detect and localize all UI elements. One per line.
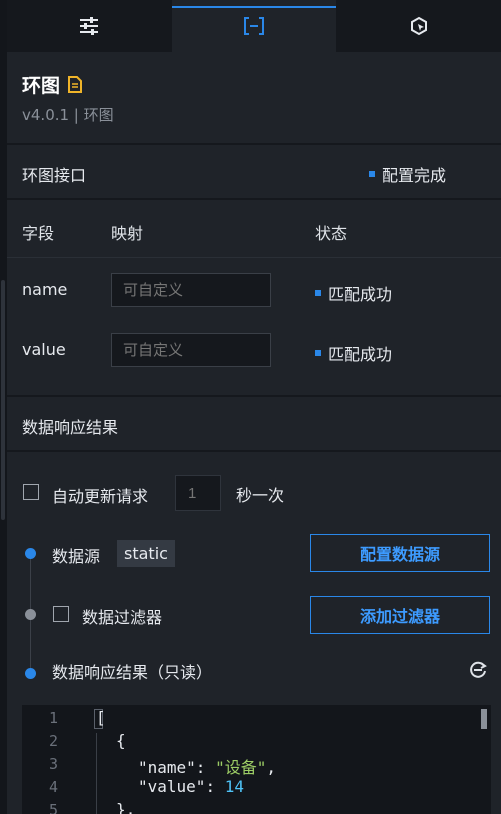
tab-style[interactable] xyxy=(7,0,172,52)
divider xyxy=(7,143,501,145)
divider xyxy=(7,395,501,397)
outer-scrollbar[interactable] xyxy=(1,280,5,520)
json-colon: : xyxy=(195,758,216,777)
json-number: 14 xyxy=(224,777,244,796)
mapping-name-input[interactable] xyxy=(111,273,271,307)
auto-update-checkbox[interactable] xyxy=(23,484,39,500)
code-line-4: "value": 14 xyxy=(138,777,244,796)
response-title: 数据响应结果 xyxy=(22,418,119,437)
mapping-name-status-text: 匹配成功 xyxy=(328,285,393,304)
timeline-dot-inactive xyxy=(25,609,36,620)
line-gutter: 1 2 3 4 5 xyxy=(22,705,82,814)
refresh-icon[interactable] xyxy=(468,660,488,684)
column-status: 状态 xyxy=(315,224,348,243)
divider xyxy=(7,257,501,258)
field-name-label: name xyxy=(22,280,68,299)
config-datasource-button[interactable]: 配置数据源 xyxy=(310,534,490,572)
mapping-name-status: 匹配成功 xyxy=(315,281,392,305)
document-icon[interactable] xyxy=(68,75,83,93)
line-number: 2 xyxy=(48,732,58,750)
filter-checkbox[interactable] xyxy=(53,606,69,622)
status-dot-icon xyxy=(315,290,321,296)
json-string: "设备" xyxy=(215,758,267,777)
timeline-dot-active xyxy=(25,668,36,679)
mapping-value-status: 匹配成功 xyxy=(315,341,392,365)
component-version: v4.0.1 | 环图 xyxy=(22,106,114,124)
tab-data[interactable] xyxy=(171,0,337,52)
code-line-3: "name": "设备", xyxy=(138,754,276,778)
component-title: 环图 xyxy=(22,74,61,97)
column-mapping: 映射 xyxy=(111,224,144,243)
cursor-refresh-icon xyxy=(409,16,429,36)
json-colon: : xyxy=(205,777,225,796)
component-header: 环图 xyxy=(22,70,83,98)
status-dot-icon xyxy=(315,350,321,356)
editor-scrollbar[interactable] xyxy=(481,709,487,729)
add-filter-button[interactable]: 添加过滤器 xyxy=(310,596,490,634)
divider xyxy=(7,450,501,452)
panel-tabs xyxy=(7,0,501,52)
code-line-1: [ xyxy=(96,708,106,727)
interval-input[interactable] xyxy=(175,475,221,511)
code-line-2: { xyxy=(116,731,126,750)
line-number: 1 xyxy=(48,709,58,727)
interval-unit: 秒一次 xyxy=(236,486,285,505)
code-line-5: }, xyxy=(116,800,136,814)
indent-guide xyxy=(96,733,97,814)
field-value-label: value xyxy=(22,340,66,359)
mapping-value-input[interactable] xyxy=(111,333,271,367)
datasource-tag: static xyxy=(117,540,175,567)
datasource-label: 数据源 xyxy=(52,547,101,566)
column-field: 字段 xyxy=(22,224,55,243)
interface-title: 环图接口 xyxy=(22,166,87,185)
interface-status-text: 配置完成 xyxy=(382,166,447,185)
line-number: 4 xyxy=(48,778,58,796)
auto-update-label: 自动更新请求 xyxy=(52,487,149,506)
json-editor[interactable]: 1 2 3 4 5 [ { "name": "设备", "value": 14 … xyxy=(22,705,491,814)
json-key: "value" xyxy=(138,777,206,796)
sliders-icon xyxy=(79,17,99,35)
json-key: "name" xyxy=(138,758,196,777)
mapping-value-status-text: 匹配成功 xyxy=(328,345,393,364)
line-number: 3 xyxy=(48,755,58,773)
line-number: 5 xyxy=(48,801,58,814)
filter-label: 数据过滤器 xyxy=(82,608,163,627)
divider xyxy=(7,198,501,200)
result-label: 数据响应结果（只读） xyxy=(52,663,213,682)
timeline-dot-active xyxy=(25,548,36,559)
bracket-minus-icon xyxy=(243,17,265,35)
tab-interaction[interactable] xyxy=(336,0,501,52)
json-comma: , xyxy=(266,758,276,777)
interface-status: 配置完成 xyxy=(369,162,446,186)
status-dot-icon xyxy=(369,171,375,177)
